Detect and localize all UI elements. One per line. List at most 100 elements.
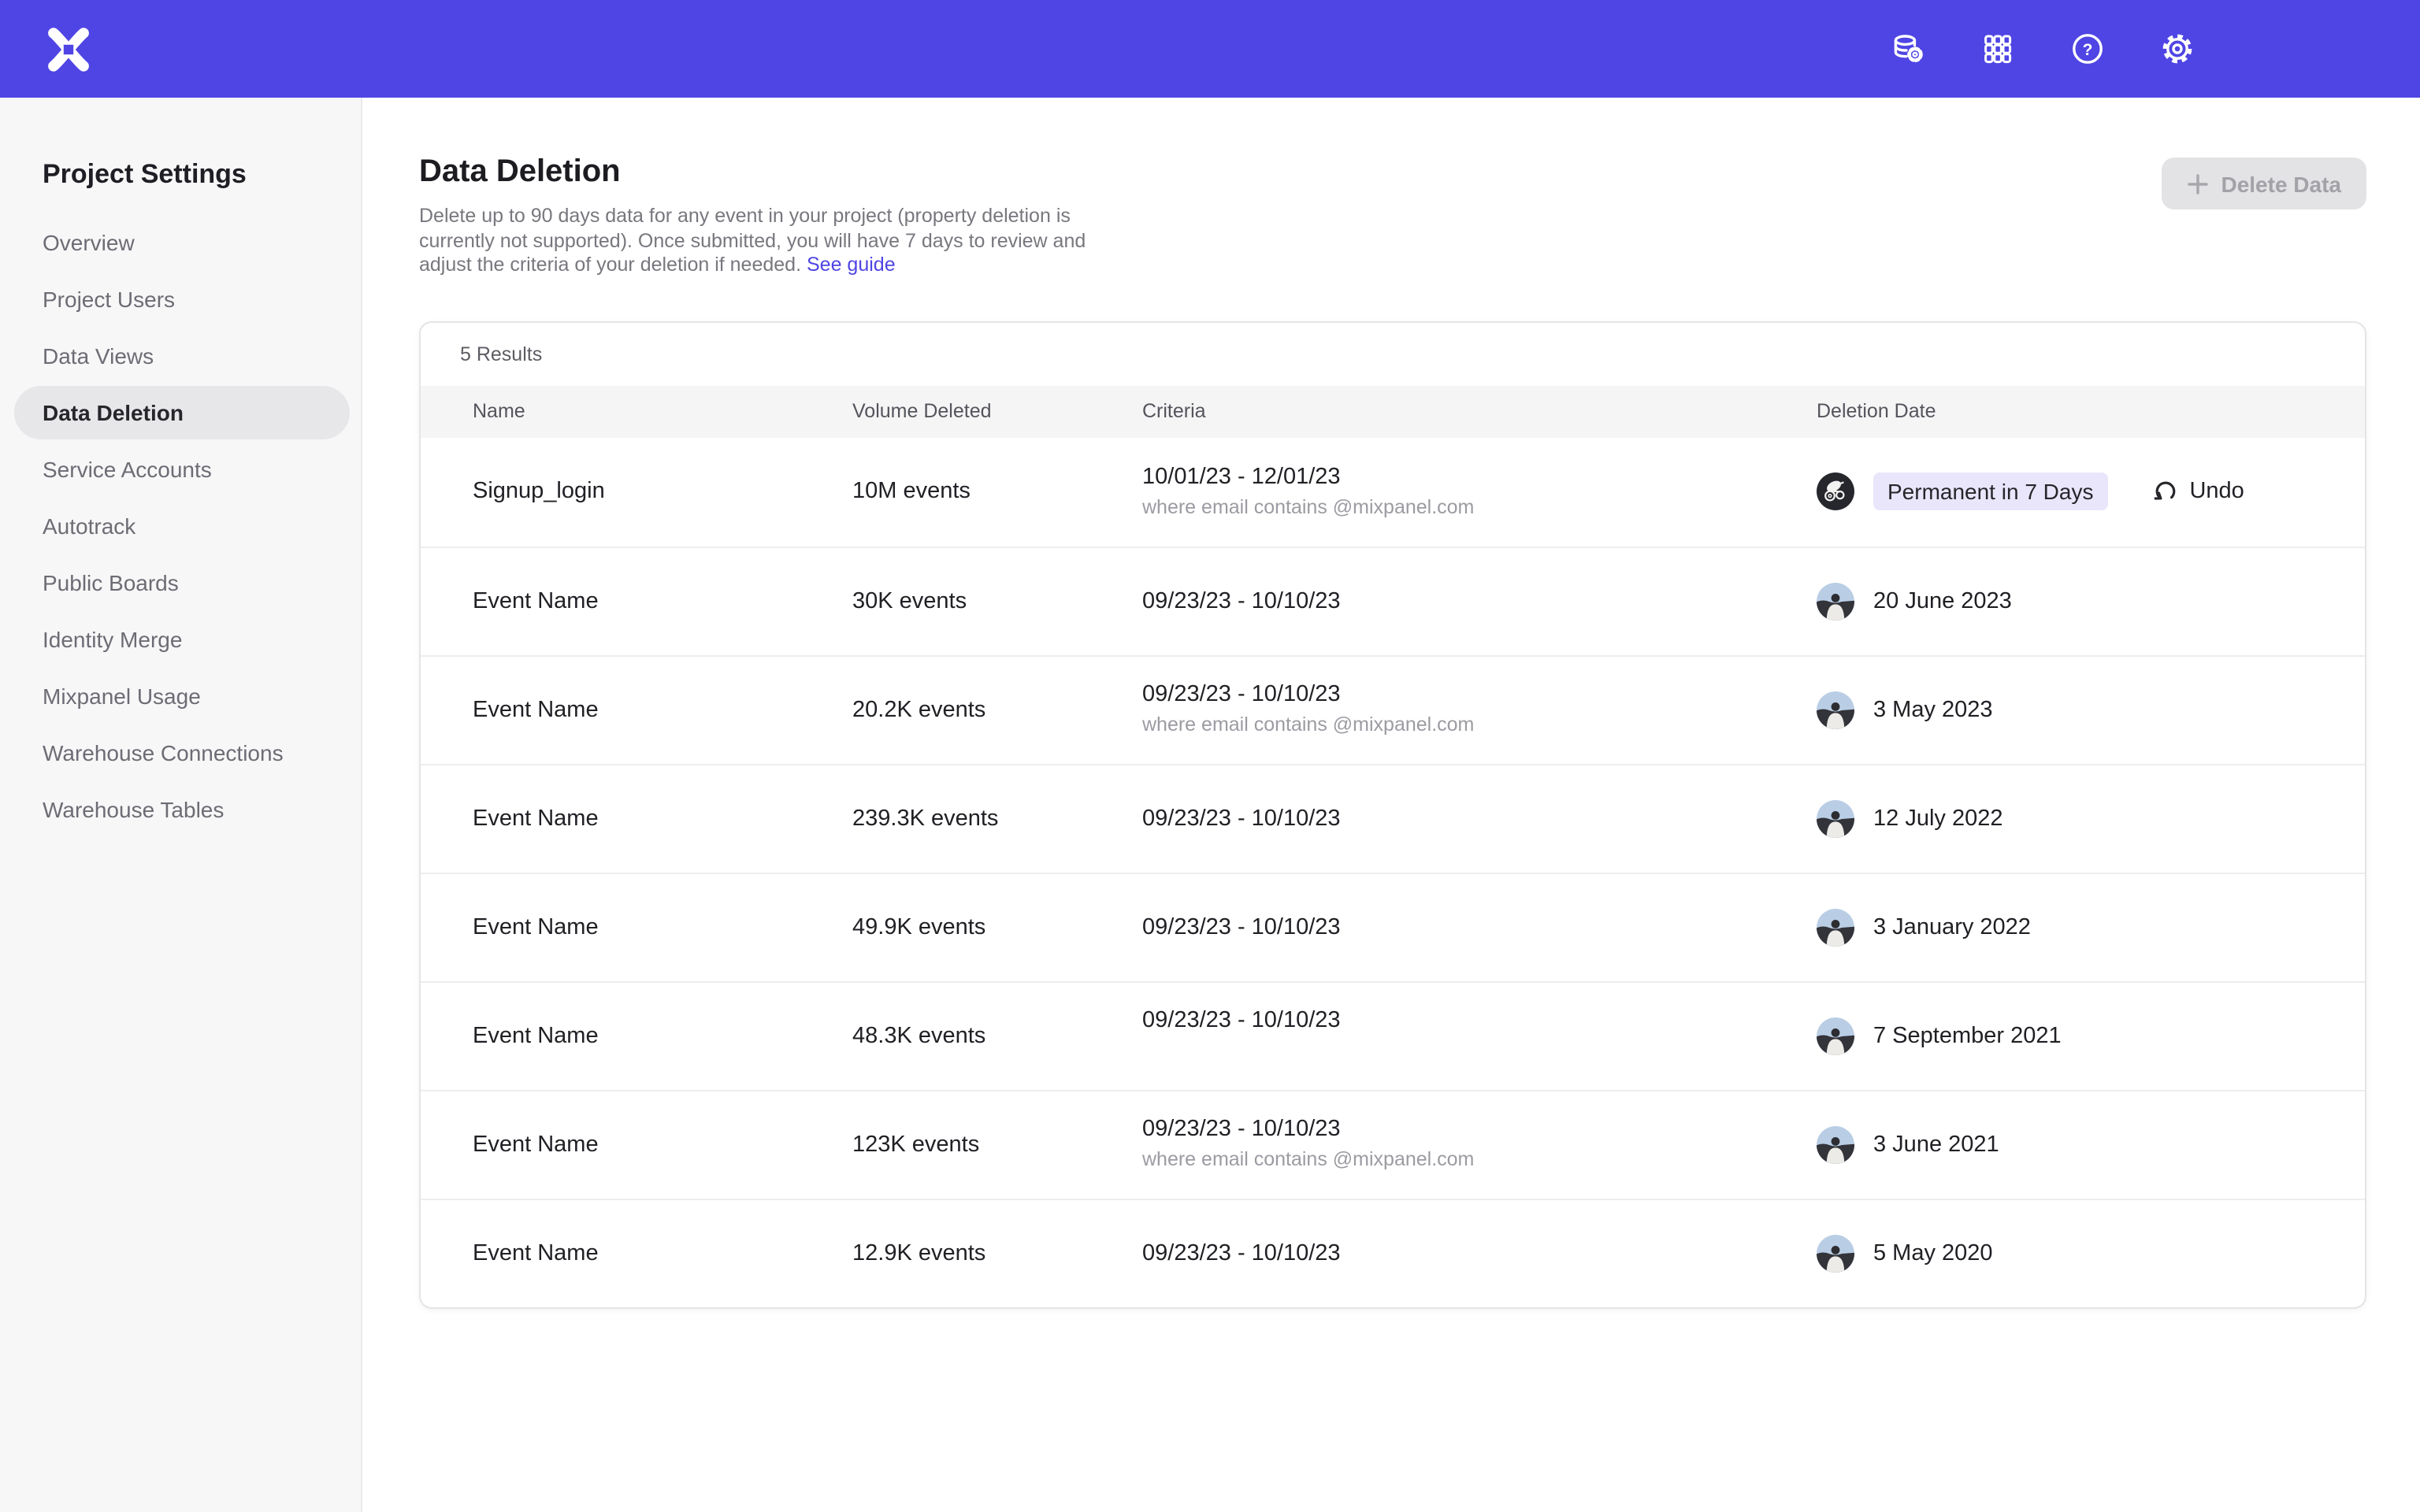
table-row: Event Name 49.9K events 09/23/23 - 10/10…: [421, 872, 2365, 980]
results-bar: 5 Results: [421, 322, 2365, 385]
page-description: Delete up to 90 days data for any event …: [419, 205, 1131, 278]
criteria-where-clause: [1142, 1040, 1817, 1063]
table-header-row: Name Volume Deleted Criteria Deletion Da…: [421, 385, 2365, 437]
deletion-date-cell: 20 June 2023: [1817, 582, 2365, 620]
volume-deleted-cell: 48.3K events: [852, 1023, 1142, 1048]
criteria-where-clause: where email contains @mixpanel.com: [1142, 713, 1817, 737]
deletion-date-cell: 3 June 2021: [1817, 1125, 2365, 1163]
criteria-where-clause: where email contains @mixpanel.com: [1142, 495, 1817, 519]
sidebar-item-public-boards[interactable]: Public Boards: [14, 556, 350, 610]
sidebar-item-project-users[interactable]: Project Users: [14, 272, 350, 326]
criteria-date-range: 09/23/23 - 10/10/23: [1142, 588, 1817, 613]
event-name-cell: Event Name: [473, 806, 852, 831]
column-header-name: Name: [473, 400, 852, 422]
volume-deleted-cell: 30K events: [852, 588, 1142, 613]
criteria-date-range: 09/23/23 - 10/10/23: [1142, 1008, 1817, 1033]
event-name-cell: Event Name: [473, 697, 852, 722]
mixpanel-x-icon: [43, 24, 92, 73]
deletion-date-label: 3 May 2023: [1873, 697, 1993, 722]
sidebar-item-label: Warehouse Connections: [43, 740, 284, 765]
sidebar-item-label: Overview: [43, 230, 135, 255]
user-avatar: [1817, 582, 1854, 620]
deletion-date-cell: 3 May 2023: [1817, 691, 2365, 728]
sidebar-item-identity-merge[interactable]: Identity Merge: [14, 613, 350, 666]
undo-label: Undo: [2189, 479, 2244, 504]
sidebar-item-warehouse-tables[interactable]: Warehouse Tables: [14, 783, 350, 836]
table-row: Event Name 12.9K events 09/23/23 - 10/10…: [421, 1198, 2365, 1306]
sidebar-item-warehouse-connections[interactable]: Warehouse Connections: [14, 726, 350, 780]
sidebar-title: Project Settings: [43, 159, 361, 191]
criteria-cell: 09/23/23 - 10/10/23: [1142, 806, 1817, 831]
delete-data-button[interactable]: Delete Data: [2161, 158, 2366, 209]
sidebar-item-label: Data Deletion: [43, 400, 184, 425]
user-avatar: [1817, 691, 1854, 728]
deletion-graphic-avatar: [1817, 472, 1854, 510]
volume-deleted-cell: 12.9K events: [852, 1240, 1142, 1266]
sidebar: Project Settings Overview Project Users …: [0, 98, 362, 1512]
table-row: Event Name 30K events 09/23/23 - 10/10/2…: [421, 546, 2365, 654]
data-management-button[interactable]: [1889, 30, 1927, 68]
criteria-date-range: 09/23/23 - 10/10/23: [1142, 1240, 1817, 1266]
user-avatar: [1817, 1017, 1854, 1054]
plus-icon: [2186, 172, 2208, 195]
criteria-cell: 09/23/23 - 10/10/23 where email contains…: [1142, 682, 1817, 737]
volume-deleted-cell: 20.2K events: [852, 697, 1142, 722]
deletion-date-label: 3 June 2021: [1873, 1132, 1999, 1157]
database-gear-icon: [1889, 30, 1927, 68]
sidebar-item-autotrack[interactable]: Autotrack: [14, 499, 350, 553]
volume-deleted-cell: 10M events: [852, 479, 1142, 504]
criteria-date-range: 09/23/23 - 10/10/23: [1142, 806, 1817, 831]
top-nav-bar: ?: [0, 0, 2420, 98]
sidebar-item-data-deletion[interactable]: Data Deletion: [14, 386, 350, 439]
results-count: 5 Results: [460, 343, 542, 365]
sidebar-item-label: Project Users: [43, 287, 175, 312]
column-header-criteria: Criteria: [1142, 400, 1817, 422]
table-row: Event Name 48.3K events 09/23/23 - 10/10…: [421, 980, 2365, 1089]
table-body: Signup_login 10M events 10/01/23 - 12/01…: [421, 437, 2365, 1306]
deletion-date-label: 20 June 2023: [1873, 588, 2012, 613]
criteria-cell: 10/01/23 - 12/01/23 where email contains…: [1142, 464, 1817, 519]
see-guide-link[interactable]: See guide: [807, 254, 896, 276]
deletion-date-cell: 3 January 2022: [1817, 908, 2365, 946]
table-row: Event Name 20.2K events 09/23/23 - 10/10…: [421, 654, 2365, 763]
deletion-date-cell: 12 July 2022: [1817, 799, 2365, 837]
event-name-cell: Event Name: [473, 1132, 852, 1157]
deletion-date-cell: 7 September 2021: [1817, 1017, 2365, 1054]
criteria-date-range: 10/01/23 - 12/01/23: [1142, 464, 1817, 489]
page-header: Data Deletion Delete up to 90 days data …: [419, 154, 2366, 278]
sidebar-item-label: Service Accounts: [43, 457, 212, 482]
page-title: Data Deletion: [419, 154, 1131, 191]
column-header-deletion-date: Deletion Date: [1817, 400, 2365, 422]
help-button[interactable]: ?: [2069, 30, 2106, 68]
sidebar-item-label: Identity Merge: [43, 627, 182, 652]
help-icon: ?: [2069, 30, 2106, 68]
settings-button[interactable]: [2158, 30, 2196, 68]
undo-button[interactable]: Undo: [2151, 478, 2244, 505]
sidebar-item-mixpanel-usage[interactable]: Mixpanel Usage: [14, 669, 350, 723]
user-avatar: [1817, 1234, 1854, 1272]
svg-text:?: ?: [2083, 41, 2093, 59]
main-content: Data Deletion Delete up to 90 days data …: [364, 98, 2420, 1512]
criteria-where-clause: where email contains @mixpanel.com: [1142, 1148, 1817, 1172]
app-window: ? Project Settings Overview Project User…: [0, 0, 2420, 1512]
sidebar-item-overview[interactable]: Overview: [14, 216, 350, 269]
deletion-table-card: 5 Results Name Volume Deleted Criteria D…: [419, 321, 2366, 1308]
event-name-cell: Event Name: [473, 1240, 852, 1266]
criteria-cell: 09/23/23 - 10/10/23: [1142, 1240, 1817, 1266]
deletion-date-label: 12 July 2022: [1873, 806, 2002, 831]
mixpanel-logo[interactable]: [43, 24, 93, 74]
table-row: Event Name 123K events 09/23/23 - 10/10/…: [421, 1089, 2365, 1198]
deletion-date-cell: 5 May 2020: [1817, 1234, 2365, 1272]
criteria-cell: 09/23/23 - 10/10/23: [1142, 914, 1817, 939]
table-row: Event Name 239.3K events 09/23/23 - 10/1…: [421, 763, 2365, 872]
column-header-volume-deleted: Volume Deleted: [852, 400, 1142, 422]
sidebar-item-label: Mixpanel Usage: [43, 684, 201, 709]
criteria-date-range: 09/23/23 - 10/10/23: [1142, 682, 1817, 707]
sidebar-item-label: Warehouse Tables: [43, 797, 224, 822]
delete-data-label: Delete Data: [2221, 171, 2341, 196]
sidebar-item-data-views[interactable]: Data Views: [14, 329, 350, 383]
sidebar-item-label: Data Views: [43, 343, 154, 369]
apps-grid-button[interactable]: [1979, 30, 2017, 68]
event-name-cell: Event Name: [473, 914, 852, 939]
sidebar-item-service-accounts[interactable]: Service Accounts: [14, 443, 350, 496]
